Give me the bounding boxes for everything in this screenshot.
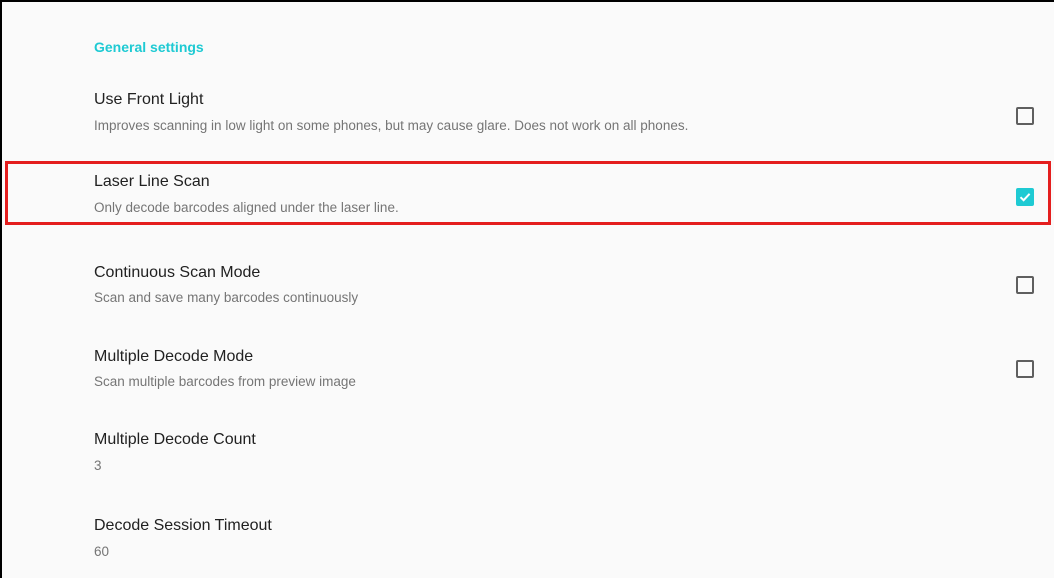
setting-title: Multiple Decode Count — [94, 431, 256, 448]
setting-title: Laser Line Scan — [94, 173, 210, 190]
setting-multiple-decode-mode[interactable]: Multiple Decode Mode Scan multiple barco… — [4, 341, 1054, 401]
setting-decode-session-timeout[interactable]: Decode Session Timeout 60 — [4, 510, 1054, 570]
setting-value: 60 — [94, 544, 110, 559]
check-icon — [1019, 193, 1031, 202]
continuous-scan-checkbox[interactable] — [1016, 276, 1034, 294]
multiple-decode-checkbox[interactable] — [1016, 360, 1034, 378]
setting-use-front-light[interactable]: Use Front Light Improves scanning in low… — [4, 84, 1054, 146]
setting-laser-line-scan[interactable]: Laser Line Scan Only decode barcodes ali… — [4, 168, 1054, 226]
setting-summary: Scan multiple barcodes from preview imag… — [94, 374, 356, 389]
section-title-general: General settings — [94, 39, 204, 55]
setting-title: Use Front Light — [94, 91, 204, 108]
setting-title: Multiple Decode Mode — [94, 348, 254, 365]
front-light-checkbox[interactable] — [1016, 107, 1034, 125]
setting-title: Continuous Scan Mode — [94, 264, 261, 281]
setting-summary: Scan and save many barcodes continuously — [94, 290, 359, 305]
setting-continuous-scan-mode[interactable]: Continuous Scan Mode Scan and save many … — [4, 255, 1054, 315]
setting-summary: Improves scanning in low light on some p… — [94, 118, 689, 133]
setting-summary: Only decode barcodes aligned under the l… — [94, 200, 399, 215]
laser-line-scan-checkbox[interactable] — [1016, 188, 1034, 206]
setting-multiple-decode-count[interactable]: Multiple Decode Count 3 — [4, 424, 1054, 484]
setting-value: 3 — [94, 458, 102, 473]
setting-title: Decode Session Timeout — [94, 517, 272, 534]
settings-screen: General settings Use Front Light Improve… — [0, 0, 1054, 578]
